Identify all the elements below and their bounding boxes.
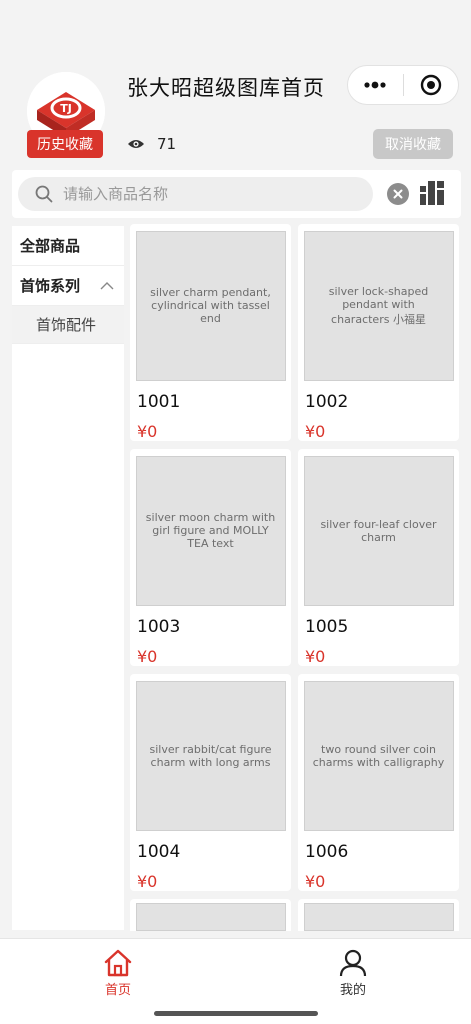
header: TJ 历史收藏 张大昭超级图库首页 71 取消收藏 — [0, 0, 471, 170]
chevron-up-icon — [100, 281, 114, 289]
product-price: ¥0 — [137, 422, 158, 441]
product-card[interactable]: silver lock-shaped pendant with characte… — [298, 224, 459, 441]
product-card[interactable]: silver moon charm with girl figure and M… — [130, 449, 291, 666]
target-circle-icon — [420, 74, 441, 96]
close-mini-program-button[interactable] — [403, 66, 458, 104]
home-indicator — [154, 1011, 318, 1016]
tab-mine-label: 我的 — [339, 983, 366, 998]
product-image[interactable]: silver lock-shaped pendant with characte… — [298, 224, 459, 387]
product-card-partial[interactable] — [130, 899, 291, 931]
grid-view-icon — [420, 181, 444, 205]
search-icon — [35, 185, 53, 203]
product-name: 1006 — [305, 842, 349, 862]
product-image-placeholder: silver four-leaf clover charm — [303, 455, 454, 606]
search-box[interactable] — [18, 177, 373, 211]
user-icon — [339, 949, 367, 977]
page-title: 张大昭超级图库首页 — [127, 76, 325, 100]
product-price: ¥0 — [305, 647, 326, 666]
product-card[interactable]: silver four-leaf clover charm 1005 ¥0 — [298, 449, 459, 666]
more-button[interactable] — [348, 66, 403, 104]
eye-icon — [128, 140, 144, 148]
subcategory-jewelry-accessories[interactable]: 首饰配件 — [12, 306, 124, 344]
search-input[interactable] — [63, 185, 343, 203]
product-name: 1004 — [137, 842, 181, 862]
product-name: 1005 — [305, 617, 349, 637]
cancel-favorite-button[interactable]: 取消收藏 — [373, 129, 453, 159]
product-card[interactable]: two round silver coin charms with callig… — [298, 674, 459, 891]
product-image[interactable]: two round silver coin charms with callig… — [298, 674, 459, 837]
product-image-placeholder: silver rabbit/cat figure charm with long… — [135, 680, 286, 831]
product-image-placeholder — [135, 903, 286, 931]
product-image[interactable]: silver rabbit/cat figure charm with long… — [130, 674, 291, 837]
mini-program-capsule — [347, 65, 459, 105]
product-name: 1003 — [137, 617, 181, 637]
home-icon — [104, 949, 132, 977]
category-jewelry-series[interactable]: 首饰系列 — [12, 266, 124, 306]
category-jewelry-series-label: 首饰系列 — [20, 277, 81, 295]
tab-home-label: 首页 — [104, 983, 131, 998]
layout-toggle-button[interactable] — [419, 180, 445, 210]
more-dots-icon — [364, 81, 386, 89]
product-card-partial[interactable] — [298, 899, 459, 931]
product-price: ¥0 — [305, 422, 326, 441]
tab-mine[interactable]: 我的 — [313, 949, 393, 998]
search-bar — [12, 170, 461, 218]
view-counter: 71 — [127, 135, 176, 153]
product-image-placeholder — [303, 903, 454, 931]
close-icon — [393, 189, 403, 199]
product-image-placeholder: silver charm pendant, cylindrical with t… — [135, 230, 286, 381]
product-price: ¥0 — [137, 647, 158, 666]
product-name: 1001 — [137, 392, 181, 412]
svg-text:TJ: TJ — [60, 102, 72, 115]
view-count: 71 — [157, 135, 177, 153]
product-image[interactable]: silver moon charm with girl figure and M… — [130, 449, 291, 612]
product-image-placeholder: two round silver coin charms with callig… — [303, 680, 454, 831]
product-image[interactable]: silver four-leaf clover charm — [298, 449, 459, 612]
product-image[interactable]: silver charm pendant, cylindrical with t… — [130, 224, 291, 387]
product-price: ¥0 — [137, 872, 158, 891]
product-image-placeholder: silver moon charm with girl figure and M… — [135, 455, 286, 606]
product-image-placeholder: silver lock-shaped pendant with characte… — [303, 230, 454, 381]
category-all[interactable]: 全部商品 — [12, 226, 124, 266]
product-card[interactable]: silver rabbit/cat figure charm with long… — [130, 674, 291, 891]
tab-home[interactable]: 首页 — [78, 949, 158, 998]
clear-search-button[interactable] — [387, 183, 409, 205]
product-price: ¥0 — [305, 872, 326, 891]
category-sidebar: 全部商品 首饰系列 首饰配件 — [12, 226, 124, 930]
product-name: 1002 — [305, 392, 349, 412]
history-favorites-button[interactable]: 历史收藏 — [27, 130, 103, 158]
product-card[interactable]: silver charm pendant, cylindrical with t… — [130, 224, 291, 441]
